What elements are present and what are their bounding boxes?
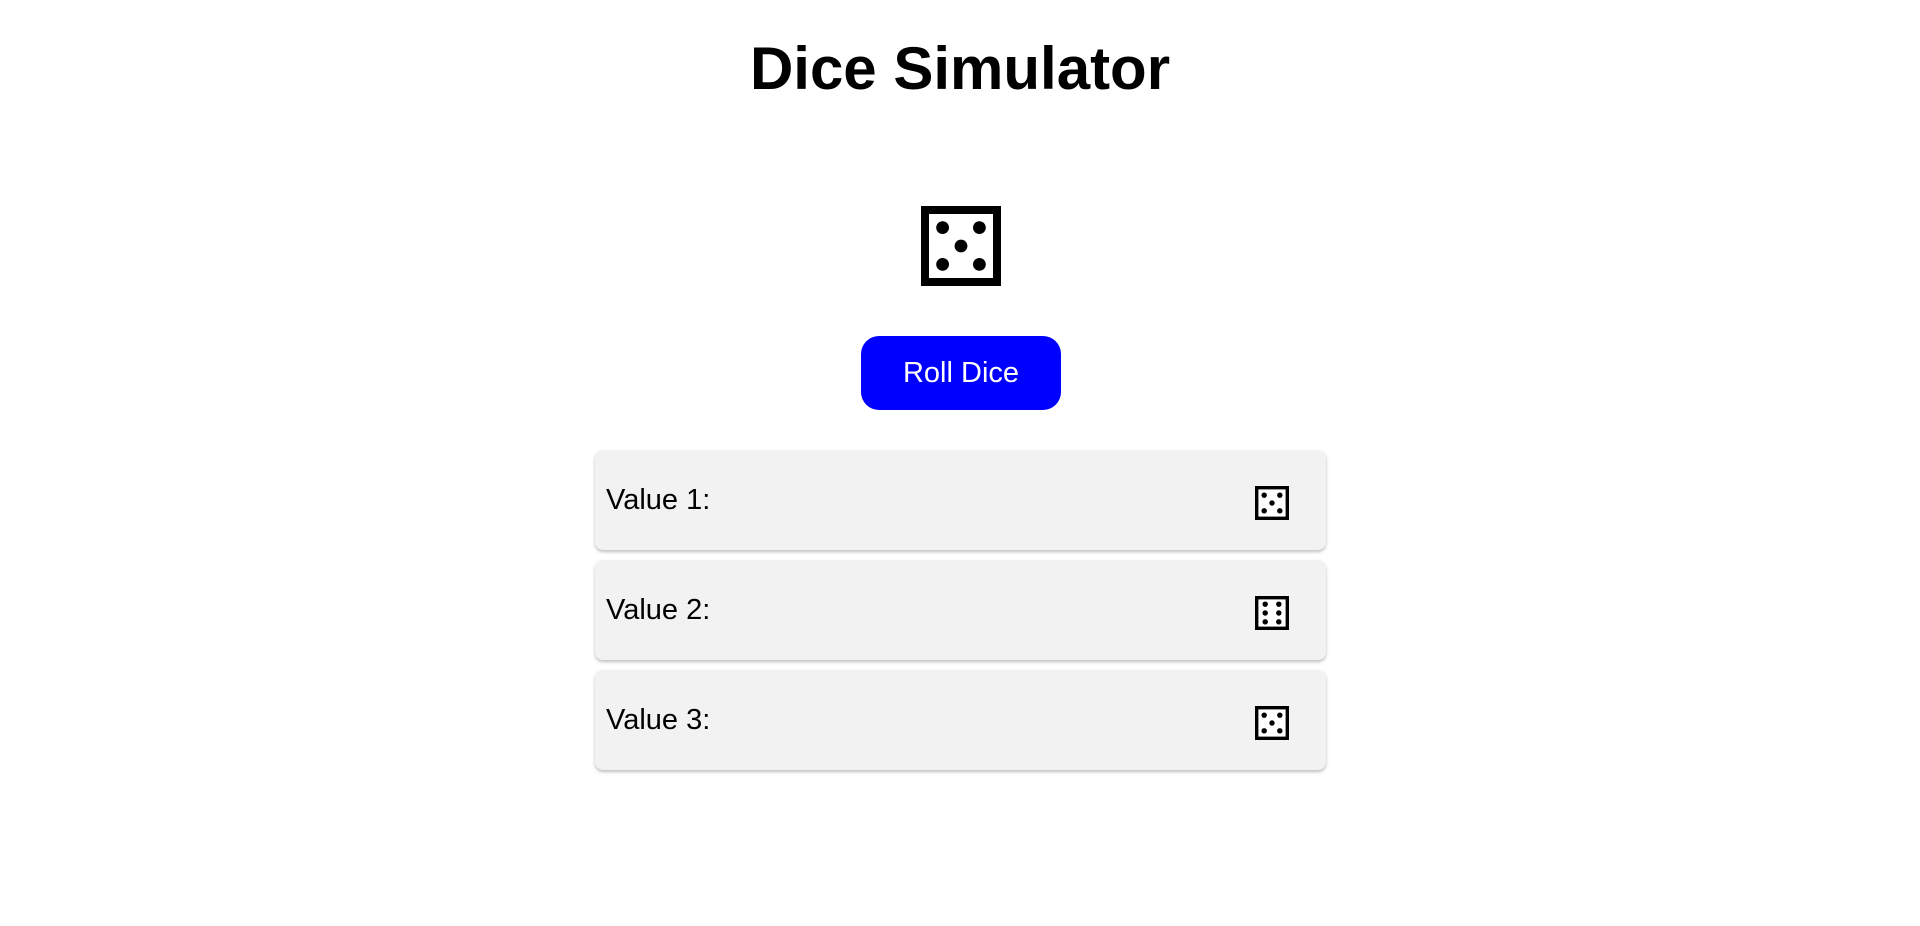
die-pip [1276, 610, 1282, 616]
die-pip [1261, 728, 1267, 734]
die-pip [1261, 508, 1267, 514]
results-list: Value 1: Value 2: Value 3: [595, 450, 1326, 780]
roll-dice-button[interactable]: Roll Dice [861, 336, 1061, 410]
die-pip [1277, 492, 1283, 498]
die-pip [1262, 619, 1268, 625]
die-pip [1277, 728, 1283, 734]
result-label: Value 3: [606, 704, 711, 736]
die-pip [936, 258, 949, 271]
die-face-5-icon [1255, 706, 1289, 740]
die-face-6-icon [1255, 596, 1289, 630]
result-label: Value 1: [606, 484, 711, 516]
die-pip [1276, 619, 1282, 625]
die-face-svg [921, 206, 1001, 286]
die-pip [1277, 712, 1283, 718]
die-pip [936, 221, 949, 234]
result-row-2: Value 2: [595, 560, 1326, 660]
die-pip [1276, 601, 1282, 607]
die-face-svg [1255, 596, 1289, 630]
result-row-1: Value 1: [595, 450, 1326, 550]
die-pip [1269, 720, 1275, 726]
die-pip [1261, 712, 1267, 718]
die-pip [973, 258, 986, 271]
die-border [1255, 596, 1289, 630]
page-title: Dice Simulator [749, 35, 1171, 102]
die-pip [1277, 508, 1283, 514]
die-pip [1269, 500, 1275, 506]
die-pip [954, 239, 968, 253]
result-row-3: Value 3: [595, 670, 1326, 770]
die-pip [973, 221, 986, 234]
die-pip [1261, 492, 1267, 498]
die-pip [1262, 601, 1268, 607]
die-face-svg [1255, 706, 1289, 740]
main-die-icon [921, 206, 1001, 286]
result-label: Value 2: [606, 594, 711, 626]
die-face-svg [1255, 486, 1289, 520]
die-pip [1262, 610, 1268, 616]
die-face-5-icon [1255, 486, 1289, 520]
dice-simulator-page: Dice Simulator Roll Dice Value 1: Value … [0, 0, 1920, 926]
